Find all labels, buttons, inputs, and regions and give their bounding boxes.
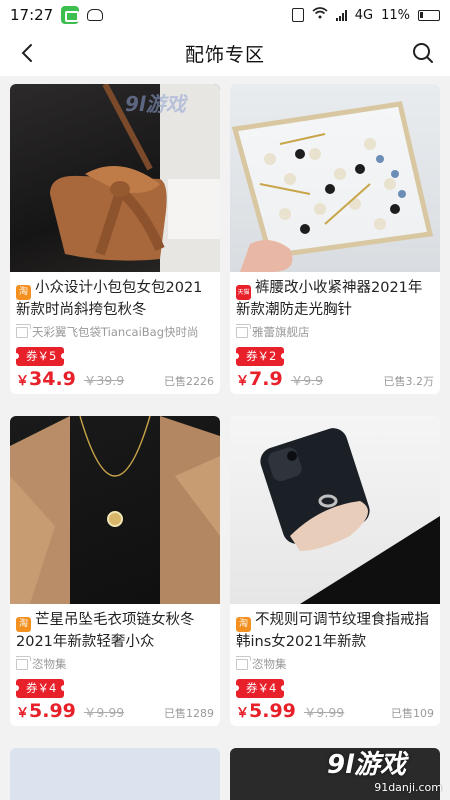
shop-name: 雅蕾旗舰店 [252, 325, 310, 339]
site-logo: 9l游戏 91danji.com [327, 744, 442, 794]
price-row: ￥5.99 ￥9.99 已售109 [236, 700, 434, 726]
sold-count: 已售109 [391, 707, 434, 720]
original-price: ￥9.99 [83, 705, 125, 720]
shop-name: 天彩翼飞包袋TiancaiBag快时尚 [32, 325, 199, 339]
nav-bar: 配饰专区 [0, 30, 450, 76]
network-type: 4G [354, 7, 374, 23]
price: ￥7.9 [236, 368, 283, 390]
price-row: ￥7.9 ￥9.9 已售3.2万 [236, 368, 434, 394]
original-price: ￥9.99 [303, 705, 345, 720]
product-image[interactable]: 9l游戏 [10, 84, 220, 272]
status-time: 17:27 [10, 6, 54, 24]
shop-name-row[interactable]: 恣物集 [16, 656, 214, 672]
product-title: 淘不规则可调节纹理食指戒指韩ins女2021年新款 [236, 610, 434, 652]
coupon-badge[interactable]: 券￥4 [12, 679, 68, 698]
product-grid: 9l游戏 淘小众设计小包包女包2021新款时尚斜挎包秋冬 天彩翼飞包袋Tianc… [0, 76, 450, 800]
product-image[interactable] [230, 84, 440, 272]
sold-count: 已售2226 [164, 375, 214, 388]
shop-name: 恣物集 [252, 657, 287, 671]
price: ￥34.9 [16, 368, 76, 390]
product-card[interactable]: 淘芒星吊坠毛衣项链女秋冬2021年新款轻奢小众 恣物集 券￥4 ￥5.99 ￥9… [10, 416, 220, 726]
coupon-badge[interactable]: 券￥4 [232, 679, 288, 698]
necklace-illustration [10, 416, 220, 604]
site-logo-text: 9l游戏 [327, 750, 407, 780]
product-title: 天猫 裤腰改小收紧神器2021年新款潮防走光胸针 [236, 278, 434, 320]
price: ￥5.99 [16, 700, 76, 722]
taobao-badge-icon: 淘 [236, 617, 251, 632]
shop-icon [16, 324, 31, 338]
product-title: 淘小众设计小包包女包2021新款时尚斜挎包秋冬 [16, 278, 214, 320]
shop-icon [16, 656, 31, 670]
shop-name-row[interactable]: 雅蕾旗舰店 [236, 324, 434, 340]
price-value: 5.99 [29, 700, 76, 722]
currency-symbol: ￥ [236, 706, 250, 721]
coupon-badge[interactable]: 券￥5 [12, 347, 68, 366]
taobao-badge-icon: 淘 [16, 617, 31, 632]
shop-name-row[interactable]: 天彩翼飞包袋TiancaiBag快时尚 [16, 324, 214, 340]
product-card[interactable]: 9l游戏 淘小众设计小包包女包2021新款时尚斜挎包秋冬 天彩翼飞包袋Tianc… [10, 84, 220, 394]
product-card[interactable]: 天猫 裤腰改小收紧神器2021年新款潮防走光胸针 雅蕾旗舰店 券￥2 ￥7.9 ￥… [230, 84, 440, 394]
page-title: 配饰专区 [184, 43, 265, 66]
coupon-badge[interactable]: 券￥2 [232, 347, 288, 366]
product-title-text: 不规则可调节纹理食指戒指韩ins女2021年新款 [236, 612, 429, 650]
price-value: 7.9 [249, 368, 283, 390]
sold-count: 已售1289 [164, 707, 214, 720]
battery-percent: 11% [381, 7, 410, 23]
product-title-text: 小众设计小包包女包2021新款时尚斜挎包秋冬 [16, 280, 203, 318]
taobao-badge-icon: 淘 [16, 285, 31, 300]
shop-icon [236, 324, 251, 338]
product-title-text: 芒星吊坠毛衣项链女秋冬2021年新款轻奢小众 [16, 612, 195, 650]
cloud-icon [87, 9, 104, 21]
product-image[interactable] [230, 416, 440, 604]
vibrate-icon [291, 8, 304, 22]
currency-symbol: ￥ [16, 374, 30, 389]
status-right: 4G 11% [291, 7, 440, 23]
search-icon [413, 43, 433, 63]
price-row: ￥34.9 ￥39.9 已售2226 [16, 368, 214, 394]
currency-symbol: ￥ [16, 706, 30, 721]
pins-illustration [231, 101, 434, 272]
price-value: 5.99 [249, 700, 296, 722]
ring-illustration [260, 428, 440, 604]
wifi-icon [312, 7, 328, 23]
product-title: 淘芒星吊坠毛衣项链女秋冬2021年新款轻奢小众 [16, 610, 214, 652]
shop-name-row[interactable]: 恣物集 [236, 656, 434, 672]
battery-icon [418, 9, 440, 21]
original-price: ￥39.9 [83, 373, 125, 388]
price-row: ￥5.99 ￥9.99 已售1289 [16, 700, 214, 726]
shop-name: 恣物集 [32, 657, 67, 671]
site-domain: 91danji.com [374, 781, 442, 794]
product-image[interactable] [10, 416, 220, 604]
bag-illustration [50, 84, 220, 272]
tmall-badge-icon: 天猫 [236, 285, 251, 300]
signal-icon [335, 9, 347, 21]
original-price: ￥9.9 [290, 373, 324, 388]
product-card[interactable]: 淘不规则可调节纹理食指戒指韩ins女2021年新款 恣物集 券￥4 ￥5.99 … [230, 416, 440, 726]
currency-symbol: ￥ [236, 374, 250, 389]
watermark-text: 9l游戏 [125, 92, 186, 116]
shop-icon [236, 656, 251, 670]
search-button[interactable] [408, 38, 438, 68]
sold-count: 已售3.2万 [383, 375, 435, 388]
price: ￥5.99 [236, 700, 296, 722]
product-title-text: 裤腰改小收紧神器2021年新款潮防走光胸针 [236, 280, 423, 318]
status-bar: 17:27 4G 11% [0, 0, 450, 30]
notification-app-icon [61, 6, 80, 24]
product-card[interactable] [10, 748, 220, 800]
back-button[interactable] [12, 38, 42, 68]
price-value: 34.9 [29, 368, 76, 390]
chevron-left-icon [21, 44, 32, 62]
